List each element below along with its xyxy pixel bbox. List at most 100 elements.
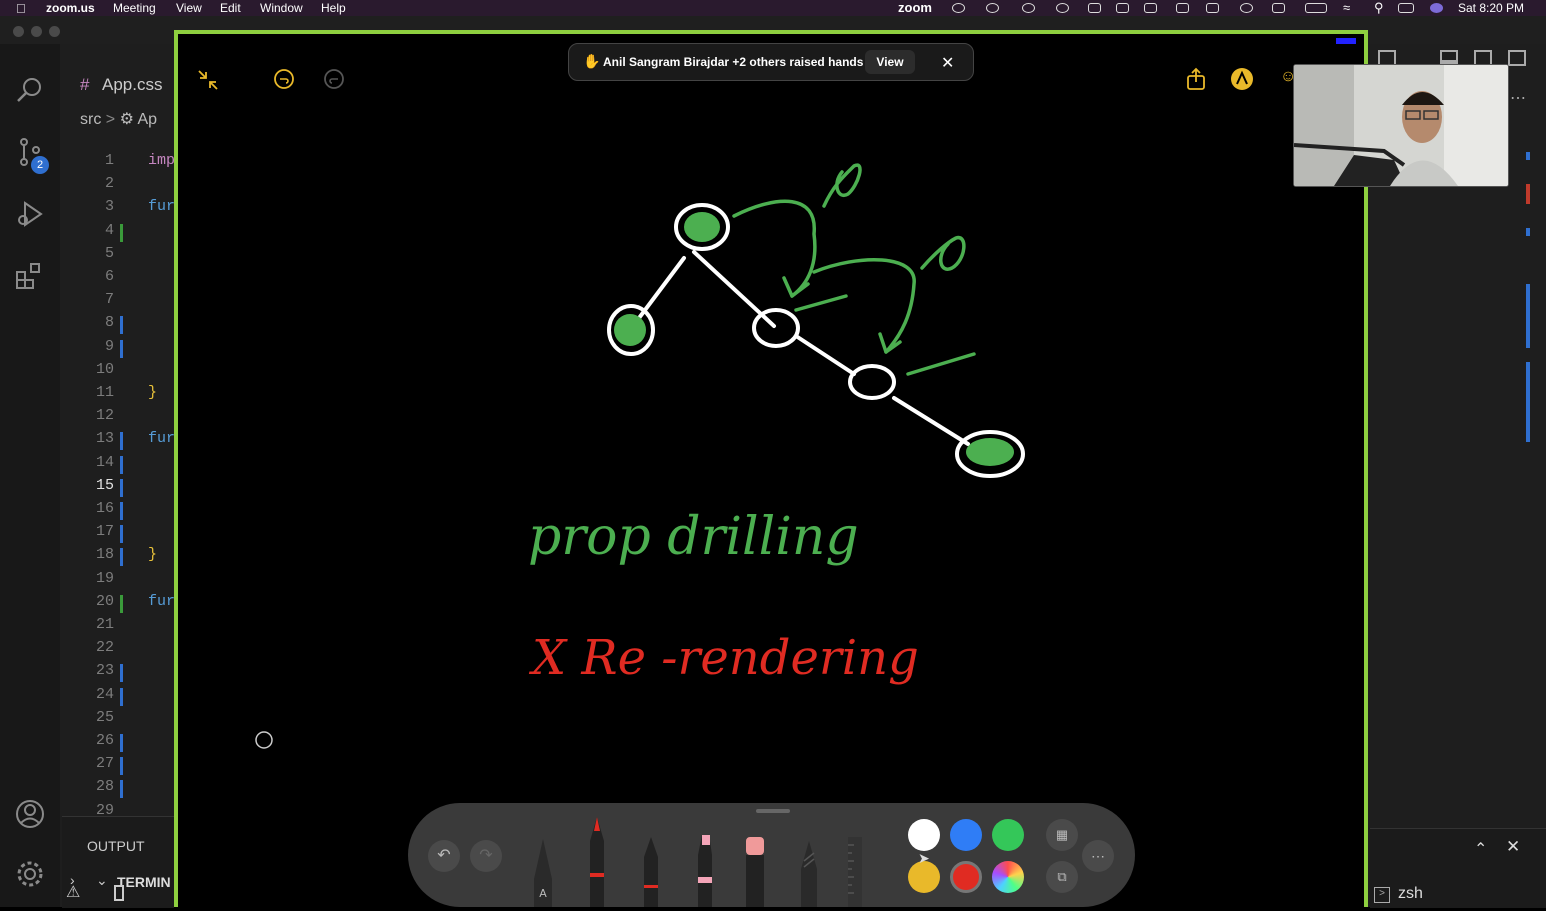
zoom-logo[interactable]: zoom	[898, 0, 932, 15]
breadcrumb-folder[interactable]: src	[80, 111, 101, 128]
maximize-panel-icon[interactable]: ⌃	[1474, 839, 1487, 859]
menu-view[interactable]: View	[176, 1, 202, 15]
view-raised-hands-button[interactable]: View	[865, 50, 915, 74]
text-tool-icon[interactable]: ▦	[1046, 819, 1078, 851]
reactions-icon[interactable]: ☺	[1280, 68, 1296, 86]
status-icon-9[interactable]	[1206, 3, 1219, 13]
chevron-down-icon[interactable]: ⌄	[96, 872, 108, 889]
siri-icon[interactable]	[1430, 3, 1443, 13]
highlighter-tool-icon[interactable]	[694, 835, 716, 907]
search-icon[interactable]	[14, 74, 46, 106]
breadcrumb: src > ⚙ Ap	[80, 109, 157, 129]
eraser-tool-icon[interactable]	[744, 837, 766, 907]
close-panel-icon[interactable]: ✕	[1506, 837, 1520, 857]
maximize-window-button[interactable]	[49, 26, 60, 37]
screen-share-whiteboard[interactable]: prop drilling X Re -rendering	[174, 30, 1368, 907]
git-change-marker	[120, 432, 123, 451]
run-debug-icon[interactable]	[14, 198, 46, 230]
menu-meeting[interactable]: Meeting	[113, 1, 156, 15]
line-number: 17	[95, 523, 114, 541]
menu-edit[interactable]: Edit	[220, 1, 241, 15]
minimize-window-button[interactable]	[31, 26, 42, 37]
git-change-marker	[120, 594, 123, 613]
code-fragment[interactable]: imp	[148, 152, 175, 169]
git-change-marker	[120, 339, 123, 358]
svg-text:A: A	[539, 887, 547, 900]
status-icon-11[interactable]	[1272, 3, 1285, 13]
more-actions-icon[interactable]: ⋯	[1510, 88, 1526, 108]
status-icon-4[interactable]	[1056, 3, 1069, 13]
status-icon-3[interactable]	[1022, 3, 1035, 13]
mouse-pointer-icon: ➤	[918, 850, 930, 866]
color-swatch-red[interactable]	[950, 861, 982, 893]
tree-node-mid	[752, 308, 800, 348]
gear-icon[interactable]	[14, 858, 46, 890]
menu-app-name[interactable]: zoom.us	[46, 1, 95, 15]
line-number: 20	[95, 592, 114, 610]
toolbar-redo-icon[interactable]: ↷	[470, 840, 502, 872]
toolbar-undo-icon[interactable]: ↶	[428, 840, 460, 872]
toolbar-drag-handle[interactable]	[756, 809, 790, 813]
color-swatch-blue[interactable]	[950, 819, 982, 851]
editor-tab-app-css[interactable]: # App.css	[62, 68, 174, 104]
annotation-prop-drilling: prop drilling	[528, 507, 859, 567]
terminal-status-icon[interactable]	[114, 885, 124, 901]
status-icon-10[interactable]	[1240, 3, 1253, 13]
battery-icon[interactable]	[1305, 3, 1327, 13]
minimap-marker-1	[1526, 152, 1530, 160]
line-number: 10	[95, 360, 114, 378]
control-center-icon[interactable]	[1398, 3, 1414, 13]
lasso-tool-icon[interactable]	[798, 841, 820, 907]
line-number: 5	[104, 244, 114, 262]
code-fragment[interactable]: }	[148, 546, 157, 563]
minimap-marker-3	[1526, 228, 1530, 236]
pen-tool-icon[interactable]	[586, 817, 608, 907]
line-number: 3	[104, 198, 114, 216]
code-fragment[interactable]: fur	[148, 198, 175, 215]
warning-icon[interactable]: ⚠	[66, 882, 80, 902]
close-window-button[interactable]	[13, 26, 24, 37]
status-icon-5[interactable]	[1088, 3, 1101, 13]
close-banner-icon[interactable]: ✕	[941, 53, 954, 73]
code-fragment[interactable]: fur	[148, 593, 175, 610]
line-number: 28	[95, 778, 114, 796]
status-icon-1[interactable]	[952, 3, 965, 13]
menu-clock[interactable]: Sat 8:20 PM	[1458, 1, 1524, 15]
git-change-marker	[120, 687, 123, 706]
color-picker-wheel[interactable]	[992, 861, 1024, 893]
color-swatch-white[interactable]	[908, 819, 940, 851]
terminal-panel: ⌃ ✕ > zsh	[1370, 828, 1546, 908]
line-number: 18	[95, 546, 114, 564]
terminal-shell-label[interactable]: zsh	[1398, 885, 1423, 903]
line-number: 15	[95, 476, 114, 494]
customize-layout-icon[interactable]	[1508, 50, 1526, 66]
spotlight-search-icon[interactable]: ⚲	[1374, 0, 1384, 16]
menu-window[interactable]: Window	[260, 1, 303, 15]
status-icon-8[interactable]	[1176, 3, 1189, 13]
status-icon-7[interactable]	[1144, 3, 1157, 13]
ruler-tool-icon[interactable]	[848, 837, 862, 907]
status-icon-6[interactable]	[1116, 3, 1129, 13]
more-options-icon[interactable]: ⋯	[1082, 840, 1114, 872]
line-number: 21	[95, 616, 114, 633]
participant-video[interactable]	[1293, 64, 1509, 187]
status-icon-2[interactable]	[986, 3, 999, 13]
fine-pen-tool-icon[interactable]	[640, 837, 662, 907]
panel-section-terminal[interactable]: TERMIN	[117, 874, 171, 890]
panel-tab-output[interactable]: OUTPUT	[87, 838, 145, 854]
minimap-marker-2	[1526, 184, 1530, 204]
pencil-tool-icon[interactable]: A	[532, 839, 554, 907]
shapes-tool-icon[interactable]: ⧉	[1046, 861, 1078, 893]
menu-help[interactable]: Help	[321, 1, 346, 15]
code-fragment[interactable]: fur	[148, 430, 175, 447]
breadcrumb-file[interactable]: Ap	[137, 111, 157, 128]
line-number: 6	[104, 268, 114, 285]
extensions-icon[interactable]	[14, 260, 46, 292]
wifi-icon[interactable]: ≈	[1343, 0, 1350, 15]
raised-hands-text: Anil Sangram Birajdar +2 others raised h…	[603, 55, 864, 69]
apple-icon[interactable]: 	[16, 1, 26, 16]
account-icon[interactable]	[14, 798, 46, 830]
color-swatch-green[interactable]	[992, 819, 1024, 851]
scm-badge: 2	[31, 156, 49, 174]
code-fragment[interactable]: }	[148, 384, 157, 401]
